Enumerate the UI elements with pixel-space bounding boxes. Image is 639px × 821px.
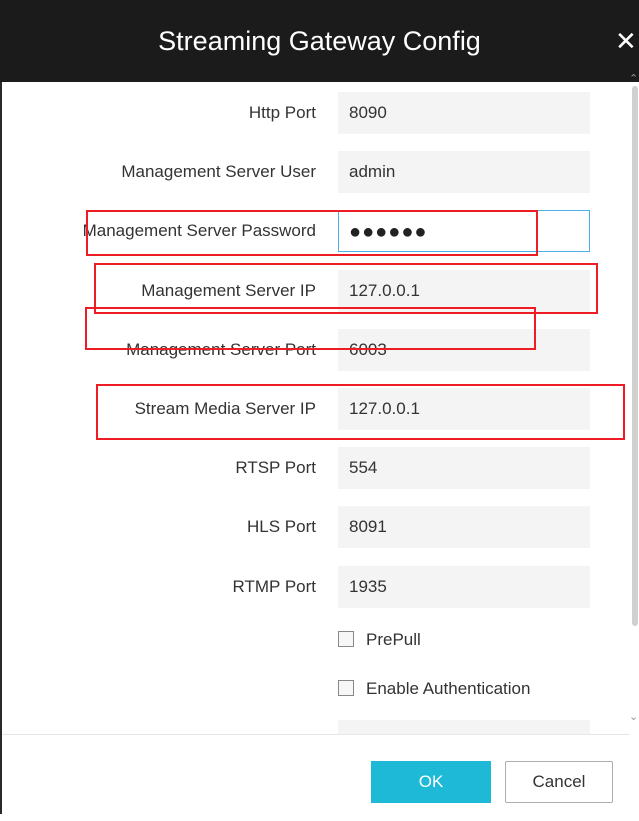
row-rtsp-port: RTSP Port 554: [0, 447, 600, 489]
management-server-password-input[interactable]: ●●●●●●: [338, 210, 590, 252]
bottom-edge: [0, 814, 639, 821]
config-dialog: Streaming Gateway Config ✕ Http Port 809…: [0, 0, 639, 821]
vertical-scrollbar[interactable]: ⌃ ⌄: [628, 73, 639, 734]
cancel-button[interactable]: Cancel: [505, 761, 613, 803]
footer-divider: [2, 734, 630, 735]
dialog-title: Streaming Gateway Config: [158, 26, 481, 56]
row-http-port: Http Port 8090: [0, 92, 600, 134]
password-mask: ●●●●●●: [349, 221, 428, 243]
management-server-user-input[interactable]: admin: [338, 151, 590, 193]
close-icon[interactable]: ✕: [615, 24, 639, 58]
management-server-user-label: Management Server User: [121, 162, 316, 181]
http-port-label: Http Port: [248, 103, 316, 122]
hls-port-label: HLS Port: [247, 517, 316, 536]
rtsp-port-label: RTSP Port: [235, 458, 316, 477]
http-port-input[interactable]: 8090: [338, 92, 590, 134]
rtmp-port-label: RTMP Port: [232, 577, 316, 596]
management-server-port-input[interactable]: 6003: [338, 329, 590, 371]
title-bar: Streaming Gateway Config ✕: [0, 0, 639, 82]
prepull-checkbox[interactable]: [338, 631, 354, 647]
row-management-server-user: Management Server User admin: [0, 151, 600, 193]
partial-input-field[interactable]: [338, 720, 590, 734]
row-stream-media-server-ip: Stream Media Server IP 127.0.0.1: [0, 388, 600, 430]
row-management-server-port: Management Server Port 6003: [0, 329, 600, 371]
row-rtmp-port: RTMP Port 1935: [0, 566, 600, 608]
scroll-up-icon[interactable]: ⌃: [629, 72, 638, 85]
enable-authentication-label[interactable]: Enable Authentication: [366, 674, 530, 704]
row-hls-port: HLS Port 8091: [0, 506, 600, 548]
stream-media-server-ip-label: Stream Media Server IP: [134, 399, 316, 418]
management-server-ip-input[interactable]: 127.0.0.1: [338, 270, 590, 312]
stream-media-server-ip-input[interactable]: 127.0.0.1: [338, 388, 590, 430]
rtmp-port-input[interactable]: 1935: [338, 566, 590, 608]
row-management-server-ip: Management Server IP 127.0.0.1: [0, 270, 600, 312]
prepull-label[interactable]: PrePull: [366, 625, 421, 655]
ok-button[interactable]: OK: [371, 761, 491, 803]
rtsp-port-input[interactable]: 554: [338, 447, 590, 489]
management-server-port-label: Management Server Port: [126, 340, 316, 359]
enable-authentication-checkbox[interactable]: [338, 680, 354, 696]
row-management-server-password: Management Server Password ●●●●●●: [0, 210, 600, 252]
hls-port-input[interactable]: 8091: [338, 506, 590, 548]
scroll-down-icon[interactable]: ⌄: [629, 710, 638, 723]
scroll-thumb[interactable]: [632, 86, 638, 626]
management-server-ip-label: Management Server IP: [141, 281, 316, 300]
management-server-password-label: Management Server Password: [82, 221, 316, 240]
